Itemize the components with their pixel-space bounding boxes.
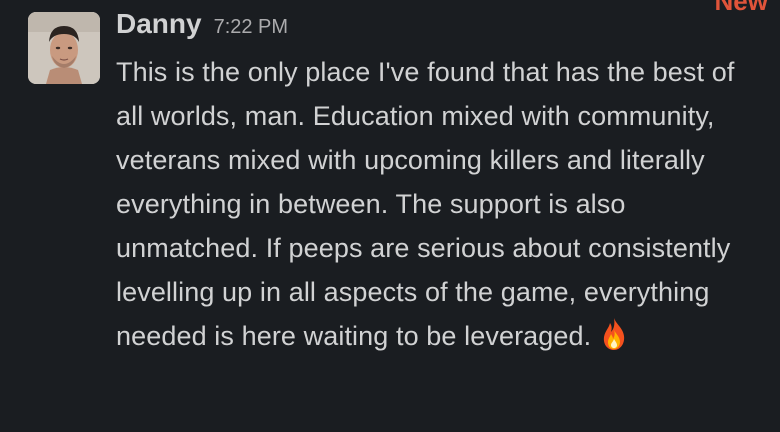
avatar[interactable]	[28, 12, 100, 84]
user-photo-icon	[28, 12, 100, 84]
message-header: Danny 7:22 PM	[116, 8, 766, 50]
message-text: This is the only place I've found that h…	[116, 57, 735, 351]
message-row[interactable]: New Danny 7:22 PM This is the only place	[0, 0, 780, 432]
message-content: Danny 7:22 PM This is the only place I'v…	[116, 8, 766, 358]
message-body: This is the only place I've found that h…	[116, 50, 766, 358]
message-timestamp[interactable]: 7:22 PM	[214, 16, 288, 39]
author-name[interactable]: Danny	[116, 8, 202, 40]
fire-emoji-icon	[599, 317, 629, 351]
